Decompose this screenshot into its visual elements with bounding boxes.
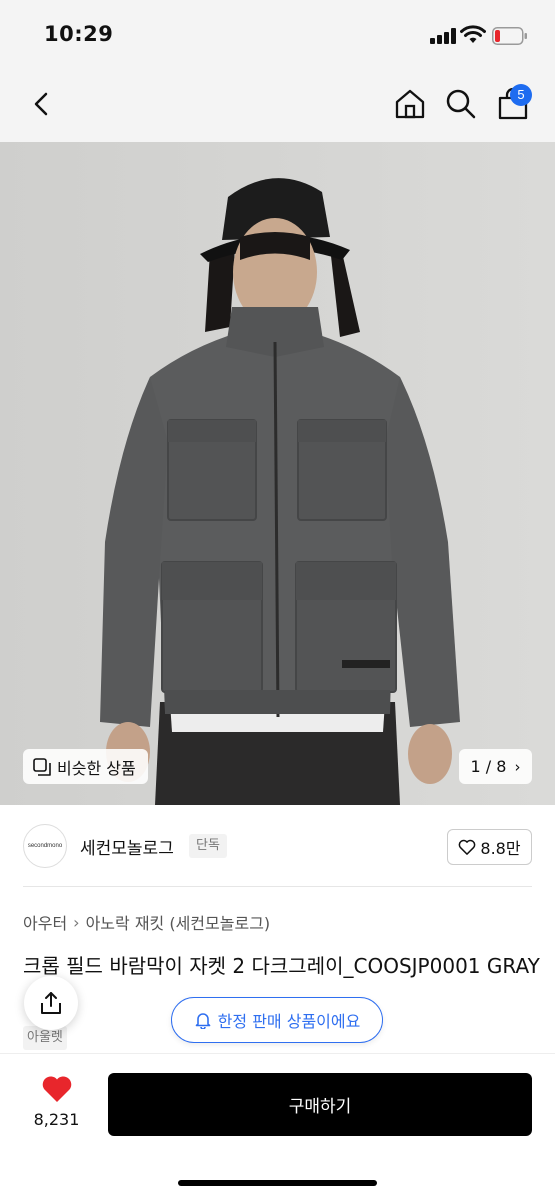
cellular-signal-icon	[430, 28, 456, 44]
brand-logo[interactable]: secondmono	[23, 824, 67, 868]
heart-icon[interactable]	[41, 1074, 73, 1104]
breadcrumb: 아우터 › 아노락 재킷 (세컨모놀로그)	[23, 910, 270, 934]
buy-button[interactable]: 구매하기	[108, 1073, 532, 1136]
status-bar: 10:29	[0, 0, 555, 70]
search-icon[interactable]	[443, 86, 479, 122]
breadcrumb-subcategory[interactable]: 아노락 재킷 (세컨모놀로그)	[86, 910, 271, 934]
bell-icon	[195, 1013, 210, 1029]
similar-products-button[interactable]: 비슷한 상품	[23, 749, 148, 784]
brand-row: secondmono 세컨모놀로그 단독 8.8만	[0, 805, 555, 887]
divider	[23, 886, 532, 887]
exclusive-badge: 단독	[189, 834, 227, 858]
heart-outline-icon	[459, 839, 476, 855]
cart-count-badge: 5	[510, 84, 532, 106]
limited-sale-text: 한정 판매 상품이에요	[217, 1012, 361, 1031]
product-title: 크롭 필드 바람막이 자켓 2 다크그레이_COOSJP0001 GRAY	[23, 954, 540, 978]
share-icon	[41, 992, 61, 1014]
chevron-right-icon: ›	[514, 757, 521, 776]
brand-name[interactable]: 세컨모놀로그	[80, 834, 174, 859]
share-button[interactable]	[24, 976, 78, 1030]
wish-count: 8,231	[33, 1110, 80, 1129]
home-indicator	[178, 1180, 377, 1186]
brand-like-count: 8.8만	[480, 839, 521, 858]
outlet-badge: 아울렛	[23, 1026, 67, 1050]
product-image[interactable]: 비슷한 상품 1 / 8 ›	[0, 142, 555, 805]
image-counter[interactable]: 1 / 8 ›	[459, 749, 532, 784]
jacket-photo	[0, 142, 555, 805]
similar-products-label: 비슷한 상품	[57, 758, 136, 778]
home-icon[interactable]	[392, 86, 428, 122]
back-icon[interactable]	[24, 86, 60, 122]
breadcrumb-category[interactable]: 아우터	[23, 910, 67, 934]
limited-sale-notice: 한정 판매 상품이에요	[171, 997, 383, 1043]
image-counter-text: 1 / 8	[470, 757, 507, 776]
wifi-icon	[460, 25, 486, 43]
similar-icon	[33, 757, 51, 776]
status-time: 10:29	[44, 22, 114, 46]
chevron-right-icon: ›	[73, 912, 80, 932]
brand-like-button[interactable]: 8.8만	[447, 829, 532, 865]
navigation-bar: 5	[0, 70, 555, 142]
battery-icon	[492, 27, 527, 45]
bottom-action-bar: 8,231 구매하기	[0, 1053, 555, 1200]
